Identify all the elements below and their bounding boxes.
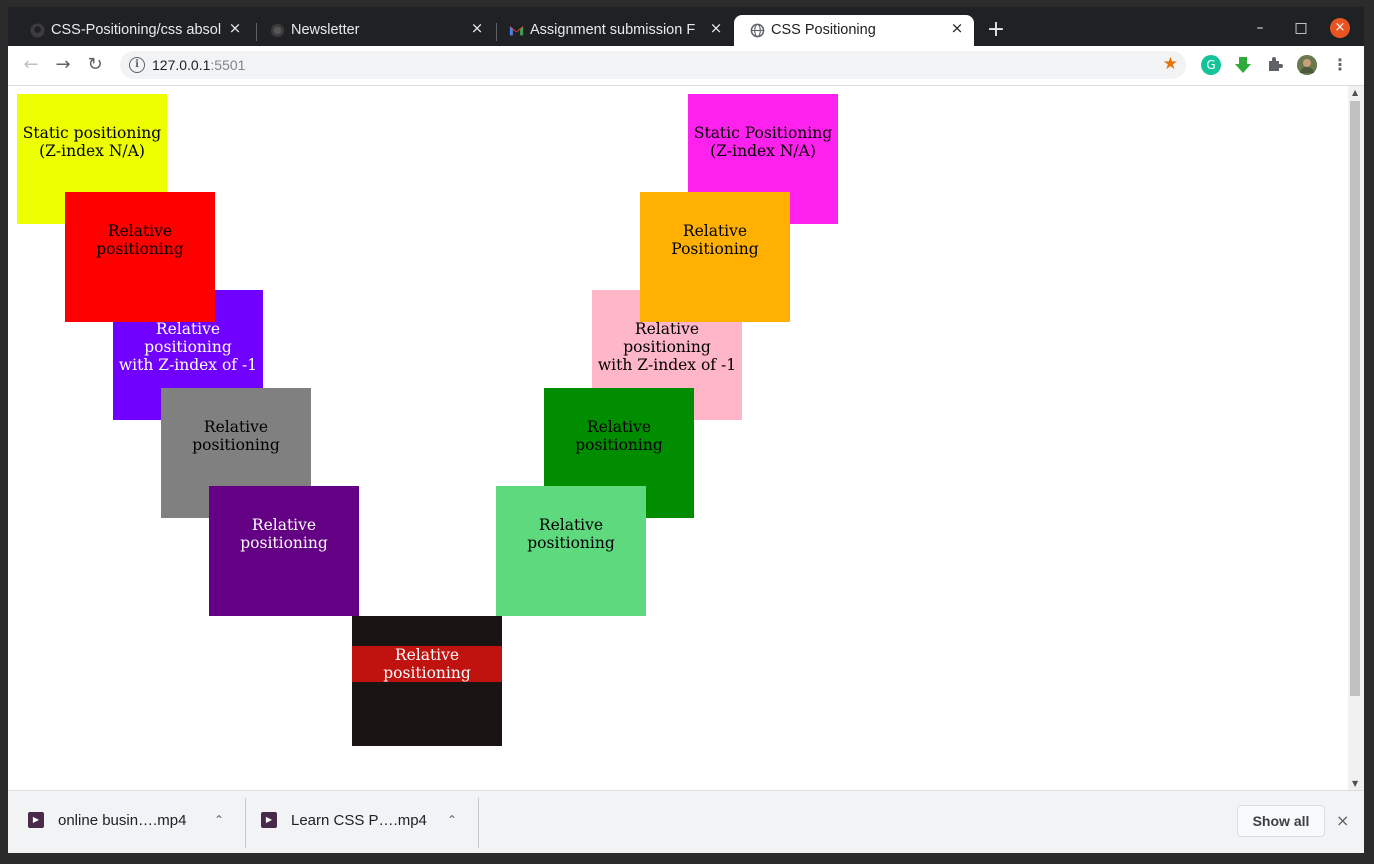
bookmark-star-icon[interactable]: ★ (1163, 54, 1178, 74)
back-button[interactable]: ← (20, 54, 42, 76)
scroll-down-icon[interactable]: ▼ (1352, 779, 1358, 788)
close-tab-icon[interactable]: × (226, 19, 244, 37)
downloads-bar: ▶ online busin….mp4 ⌃ ▶ Learn CSS P….mp4… (8, 790, 1364, 853)
scrollbar-thumb[interactable] (1350, 101, 1360, 696)
tab-strip: CSS-Positioning/css absol × Newsletter ×… (8, 7, 1364, 46)
scroll-up-icon[interactable]: ▲ (1352, 88, 1358, 97)
minimize-button[interactable]: – (1248, 17, 1272, 39)
relative-box-red: Relative positioning (65, 192, 215, 322)
tab-title: CSS-Positioning/css absol (51, 22, 221, 38)
divider (478, 798, 479, 848)
close-tab-icon[interactable]: × (948, 19, 966, 37)
vertical-scrollbar[interactable]: ▲ ▼ (1348, 86, 1364, 790)
browser-window: CSS-Positioning/css absol × Newsletter ×… (8, 7, 1364, 853)
download-filename: Learn CSS P….mp4 (291, 812, 427, 829)
box-label: Relative positioning (575, 418, 663, 454)
box-label: Relative positioning with Z-index of -1 (118, 320, 258, 374)
download-item[interactable]: ▶ online busin….mp4 ⌃ (8, 791, 244, 853)
globe-icon (270, 23, 285, 38)
profile-avatar[interactable] (1297, 55, 1317, 75)
url-host: 127.0.0.1 (152, 57, 211, 73)
url-port: :5501 (210, 57, 246, 73)
close-downloads-icon[interactable]: × (1336, 811, 1349, 830)
globe-icon (750, 23, 765, 38)
reload-button[interactable]: ↻ (84, 54, 106, 76)
new-tab-button[interactable]: + (986, 17, 1006, 43)
close-window-button[interactable]: × (1330, 18, 1350, 38)
video-file-icon: ▶ (261, 812, 277, 828)
site-info-icon[interactable]: i (129, 57, 145, 73)
grammarly-icon[interactable]: G (1201, 55, 1221, 75)
relative-box-purple: Relative positioning (209, 486, 359, 616)
box-label: Relative positioning (352, 646, 502, 682)
close-tab-icon[interactable]: × (468, 19, 486, 37)
maximize-button[interactable]: □ (1289, 17, 1313, 39)
show-all-button[interactable]: Show all (1237, 805, 1325, 837)
relative-box-black: Relative positioning (352, 616, 502, 746)
box-label: Static positioning (Z-index N/A) (22, 124, 162, 160)
box-label: Relative positioning (527, 516, 615, 552)
download-extension-icon[interactable] (1233, 55, 1253, 75)
chevron-up-icon[interactable]: ⌃ (447, 813, 457, 827)
url-text[interactable]: 127.0.0.1:5501 (152, 57, 245, 73)
tab-title: CSS Positioning (771, 22, 876, 38)
more-menu-icon[interactable]: ⋮ (1332, 54, 1348, 76)
box-label: Relative Positioning (671, 222, 759, 258)
download-item[interactable]: ▶ Learn CSS P….mp4 ⌃ (241, 791, 477, 853)
chevron-up-icon[interactable]: ⌃ (214, 813, 224, 827)
tab-newsletter[interactable]: Newsletter × (254, 15, 494, 46)
box-label: Relative positioning (192, 418, 280, 454)
box-label: Relative positioning (96, 222, 184, 258)
close-tab-icon[interactable]: × (707, 19, 725, 37)
box-label: Relative positioning with Z-index of -1 (597, 320, 737, 374)
relative-box-light-green: Relative positioning (496, 486, 646, 616)
github-icon (30, 23, 45, 38)
box-label: Static Positioning (Z-index N/A) (693, 124, 833, 160)
video-file-icon: ▶ (28, 812, 44, 828)
address-bar[interactable]: i 127.0.0.1:5501 ★ (120, 51, 1186, 79)
gmail-icon (509, 25, 524, 36)
box-label: Relative positioning (240, 516, 328, 552)
tab-css-positioning-github[interactable]: CSS-Positioning/css absol × (14, 15, 252, 46)
tab-css-positioning[interactable]: CSS Positioning × (734, 15, 974, 46)
tab-title: Assignment submission F (530, 22, 696, 38)
page-viewport: Static positioning (Z-index N/A) Relative… (8, 86, 1348, 790)
download-filename: online busin….mp4 (58, 812, 187, 829)
relative-box-orange: Relative Positioning (640, 192, 790, 322)
forward-button[interactable]: → (52, 54, 74, 76)
puzzle-icon[interactable] (1265, 55, 1285, 75)
tab-assignment-submission[interactable]: Assignment submission F × (493, 15, 733, 46)
tab-title: Newsletter (291, 22, 360, 38)
browser-toolbar: ← → ↻ i 127.0.0.1:5501 ★ G ⋮ (8, 46, 1364, 86)
